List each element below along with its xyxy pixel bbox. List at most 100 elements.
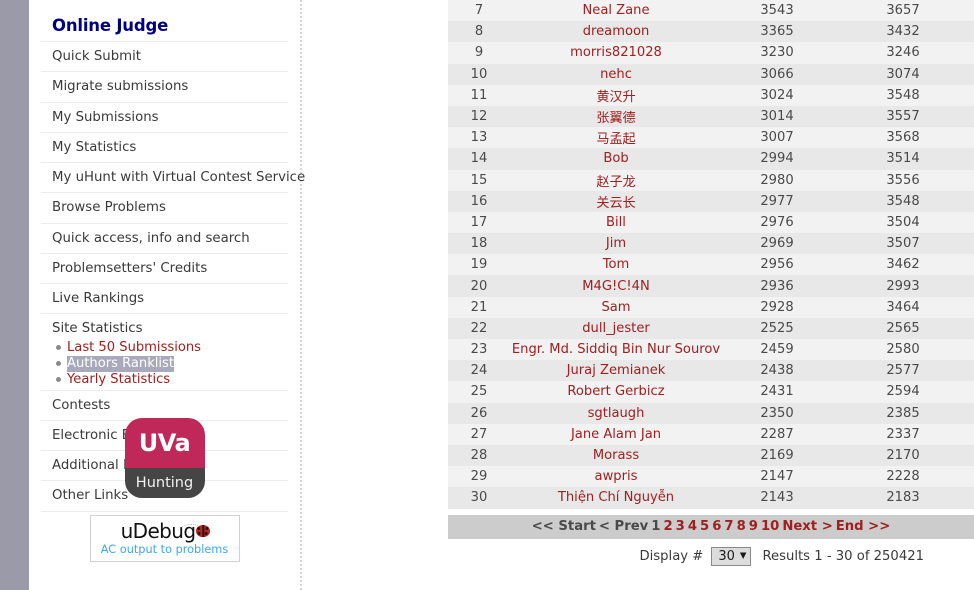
udebug-logo[interactable]: uDebug AC output to problems (89, 515, 240, 562)
pagination-item-13[interactable]: End >> (834, 519, 892, 534)
cell-author-name: Robert Gerbicz (510, 381, 722, 403)
sidebar-item-6[interactable]: Quick access, info and search (41, 222, 288, 253)
sidebar-item-4[interactable]: My uHunt with Virtual Contest Service (41, 162, 305, 192)
cell-solved-count: 2143 (722, 487, 832, 509)
table-row: 15 赵子龙 2980 3556 (448, 169, 974, 191)
results-summary: Results 1 - 30 of 250421 (762, 548, 924, 564)
table-row: 23 Engr. Md. Siddiq Bin Nur Sourov 2459 258… (448, 339, 974, 361)
author-link[interactable]: awpris (595, 469, 638, 484)
cell-author-name: Sam (510, 296, 722, 318)
author-link[interactable]: Jim (606, 236, 626, 251)
cell-submission-count: 3514 (832, 148, 974, 170)
pagination-item-6[interactable]: 5 (699, 519, 711, 534)
author-link[interactable]: nehc (600, 67, 632, 82)
author-link[interactable]: Jane Alam Jan (571, 427, 661, 442)
cell-solved-count: 2928 (722, 296, 832, 318)
table-row: 13 马孟起 3007 3568 (448, 127, 974, 149)
cell-author-name: Jim (510, 233, 722, 255)
table-row: 11 黄汉升 3024 3548 (448, 84, 974, 106)
bullet-icon (56, 361, 61, 367)
sidebar-item-site-statistics[interactable]: Site Statistics (52, 319, 288, 339)
cell-rank: 27 (448, 423, 510, 445)
authors-ranklist-table: 7 Neal Zane 3543 3657 8 dreamoon 3365 3432 9 morr… (448, 0, 974, 509)
author-link[interactable]: morris821028 (570, 45, 662, 60)
cell-solved-count: 2431 (722, 381, 832, 403)
author-link[interactable]: Bill (606, 215, 626, 230)
uva-hunting-logo[interactable]: UVa Hunting (124, 418, 205, 498)
author-link[interactable]: 关云长 (596, 196, 635, 211)
cell-rank: 19 (448, 254, 510, 276)
sidebar-group-site-statistics: Site Statistics Last 50 Submissions Autho… (41, 313, 288, 389)
sidebar-item-after-0[interactable]: Contests (41, 389, 288, 420)
table-row: 10 nehc 3066 3074 (448, 63, 974, 85)
sidebar-subitem-0[interactable]: Last 50 Submissions (52, 340, 288, 356)
sidebar-item-3[interactable]: My Statistics (41, 131, 288, 162)
author-link[interactable]: 张翼德 (596, 111, 635, 126)
sidebar-item-8[interactable]: Live Rankings (41, 283, 288, 313)
pagination-item-9[interactable]: 8 (735, 519, 747, 534)
cell-rank: 30 (448, 487, 510, 509)
sidebar-item-5[interactable]: Browse Problems (41, 192, 288, 222)
cell-solved-count: 3543 (722, 0, 832, 22)
author-link[interactable]: sgtlaugh (588, 406, 645, 421)
author-link[interactable]: 赵子龙 (596, 175, 635, 190)
cell-solved-count: 2956 (722, 254, 832, 276)
cell-solved-count: 2936 (722, 275, 832, 297)
author-link[interactable]: dreamoon (583, 24, 650, 39)
cell-rank: 24 (448, 360, 510, 382)
sidebar-subitem-1[interactable]: Authors Ranklist (52, 355, 288, 372)
pagination-item-11[interactable]: 10 (759, 519, 780, 534)
sidebar-subitem-label: Authors Ranklist (67, 355, 175, 372)
pagination-item-8[interactable]: 7 (723, 519, 735, 534)
cell-author-name: Bob (510, 148, 722, 170)
cell-solved-count: 2976 (722, 211, 832, 234)
sidebar-item-0[interactable]: Quick Submit (41, 41, 288, 71)
pagination-item-5[interactable]: 4 (686, 519, 698, 534)
bullet-icon (56, 377, 61, 383)
cell-submission-count: 3432 (832, 21, 974, 43)
bullet-icon (56, 345, 61, 351)
pagination-item-7[interactable]: 6 (711, 519, 723, 534)
author-link[interactable]: Bob (603, 151, 628, 166)
pagination-item-3[interactable]: 2 (662, 519, 674, 534)
sidebar-subitem-2[interactable]: Yearly Statistics (52, 372, 288, 388)
pagination-item-4[interactable]: 3 (674, 519, 686, 534)
author-link[interactable]: Sam (601, 300, 630, 315)
sidebar-item-7[interactable]: Problemsetters' Credits (41, 252, 288, 283)
author-link[interactable]: Neal Zane (582, 3, 649, 18)
cell-solved-count: 2977 (722, 190, 832, 212)
author-link[interactable]: Robert Gerbicz (567, 384, 664, 399)
cell-rank: 25 (448, 381, 510, 403)
author-link[interactable]: Juraj Zemianek (567, 363, 666, 378)
table-row: 8 dreamoon 3365 3432 (448, 21, 974, 43)
cell-solved-count: 3024 (722, 84, 832, 106)
pagination-item-12[interactable]: Next > (781, 519, 834, 534)
cell-rank: 16 (448, 190, 510, 212)
sidebar-menu: Quick Submit Migrate submissions My Submis… (41, 41, 305, 313)
author-link[interactable]: dull_jester (582, 321, 650, 336)
table-row: 7 Neal Zane 3543 3657 (448, 0, 974, 22)
display-count-select[interactable]: 30 ▼ (711, 546, 752, 567)
cell-submission-count: 3556 (832, 169, 974, 191)
author-link[interactable]: Tom (603, 257, 630, 272)
cell-solved-count: 2350 (722, 402, 832, 424)
cell-solved-count: 3365 (722, 21, 832, 43)
author-link[interactable]: 黄汉升 (596, 90, 635, 105)
cell-solved-count: 3014 (722, 105, 832, 128)
author-link[interactable]: Morass (593, 448, 639, 463)
author-link[interactable]: Thiện Chí Nguyễn (558, 490, 674, 505)
author-link[interactable]: Engr. Md. Siddiq Bin Nur Sourov (512, 342, 720, 357)
cell-author-name: dull_jester (510, 317, 722, 339)
table-row: 21 Sam 2928 3464 (448, 296, 974, 318)
sidebar-subitem-label: Yearly Statistics (67, 371, 171, 387)
cell-author-name: Juraj Zemianek (510, 360, 722, 382)
cell-solved-count: 2980 (722, 169, 832, 191)
author-link[interactable]: M4G!C!4N (582, 279, 650, 294)
cell-solved-count: 2169 (722, 444, 832, 467)
author-link[interactable]: 马孟起 (596, 132, 635, 147)
sidebar-item-1[interactable]: Migrate submissions (41, 71, 288, 101)
pagination-item-10[interactable]: 9 (747, 519, 759, 534)
cell-submission-count: 2577 (832, 360, 974, 382)
sidebar-item-2[interactable]: My Submissions (41, 101, 288, 132)
cell-submission-count: 3548 (832, 190, 974, 212)
